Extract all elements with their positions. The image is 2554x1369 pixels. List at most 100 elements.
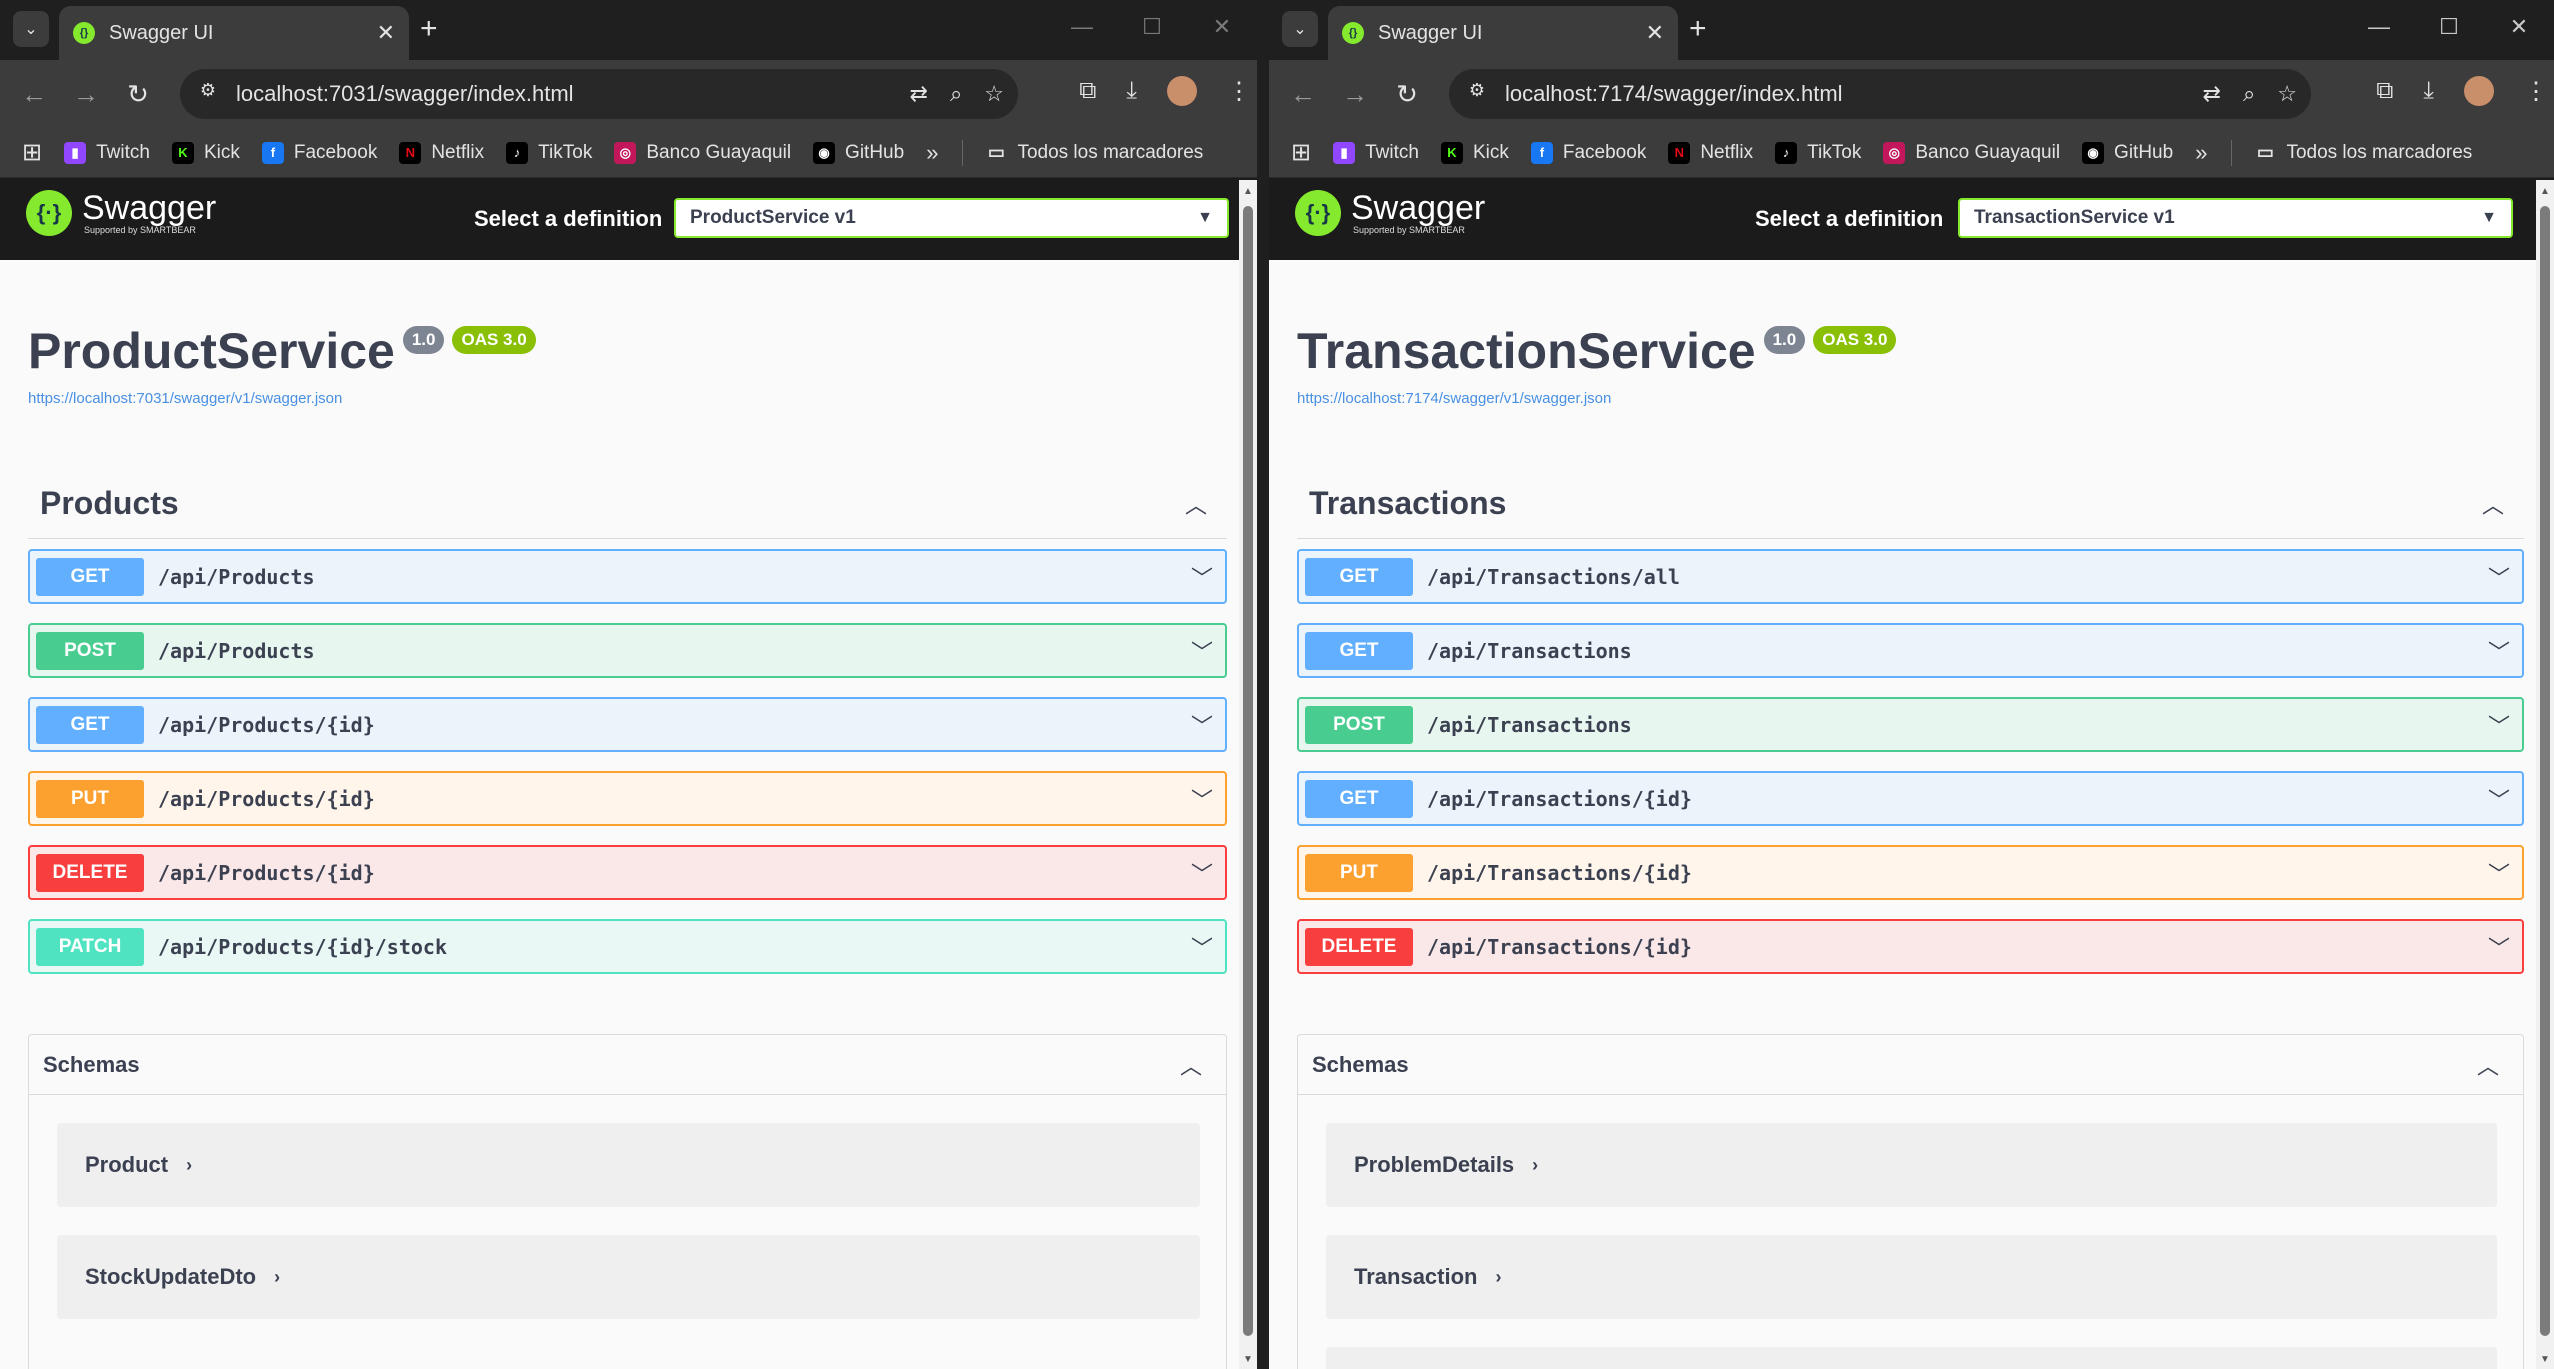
bookmark-kick[interactable]: K Kick xyxy=(1440,141,1509,164)
chevron-down-icon[interactable]: ﹀ xyxy=(2488,561,2510,593)
chevron-down-icon[interactable]: ﹀ xyxy=(1191,783,1213,815)
schema-model[interactable]: StockUpdateDto › xyxy=(57,1235,1200,1319)
scroll-up-icon[interactable]: ▲ xyxy=(2536,186,2554,197)
address-bar[interactable]: ⚙ localhost:7174/swagger/index.html ⇄ ⌕ … xyxy=(1449,69,2311,119)
bookmark-star-icon[interactable]: ☆ xyxy=(984,81,1004,107)
maximize-icon[interactable]: ☐ xyxy=(2414,14,2484,40)
close-window-icon[interactable]: ✕ xyxy=(2484,14,2554,40)
chevron-down-icon[interactable]: ﹀ xyxy=(2488,931,2510,963)
reload-icon[interactable]: ↻ xyxy=(1381,79,1433,110)
schemas-header[interactable]: Schemas ︿ xyxy=(1298,1035,2523,1095)
chevron-up-icon[interactable]: ︿ xyxy=(1185,488,1207,520)
operation-delete[interactable]: DELETE/api/Products/{id} ﹀ xyxy=(28,845,1227,900)
active-tab[interactable]: {} Swagger UI ✕ xyxy=(59,6,409,60)
bookmark-github[interactable]: ◉ GitHub xyxy=(2082,141,2173,164)
operation-get[interactable]: GET/api/Transactions/all ﹀ xyxy=(1297,549,2524,604)
scrollbar[interactable]: ▲ ▼ xyxy=(2536,180,2554,1369)
swagger-logo[interactable]: {·} Swagger Supported by SMARTBEAR xyxy=(26,190,216,236)
operation-get[interactable]: GET/api/Products ﹀ xyxy=(28,549,1227,604)
bookmark-github[interactable]: ◉ GitHub xyxy=(813,141,904,164)
scrollbar-thumb[interactable] xyxy=(1243,206,1253,1336)
bookmark-twitch[interactable]: ▮ Twitch xyxy=(64,141,150,164)
extensions-icon[interactable]: ⧉ xyxy=(2376,77,2393,105)
tag-header[interactable]: Products ︿ xyxy=(28,485,1227,539)
forward-icon[interactable]: → xyxy=(60,79,112,110)
minimize-icon[interactable]: — xyxy=(2344,14,2414,40)
chevron-up-icon[interactable]: ︿ xyxy=(1180,1049,1202,1081)
bookmark-facebook[interactable]: f Facebook xyxy=(261,141,377,164)
all-bookmarks-folder[interactable]: ▭ Todos los marcadores xyxy=(2254,142,2472,164)
more-bookmarks-icon[interactable]: » xyxy=(2195,140,2207,166)
tag-header[interactable]: Transactions ︿ xyxy=(1297,485,2524,539)
swagger-logo[interactable]: {·} Swagger Supported by SMARTBEAR xyxy=(1295,190,1485,236)
minimize-icon[interactable]: — xyxy=(1047,14,1117,40)
operation-delete[interactable]: DELETE/api/Transactions/{id} ﹀ xyxy=(1297,919,2524,974)
new-tab-button[interactable]: + xyxy=(420,12,438,46)
spec-url-link[interactable]: https://localhost:7031/swagger/v1/swagge… xyxy=(28,390,1227,407)
chevron-up-icon[interactable]: ︿ xyxy=(2482,488,2504,520)
extensions-icon[interactable]: ⧉ xyxy=(1079,77,1096,105)
chevron-down-icon[interactable]: ﹀ xyxy=(1191,857,1213,889)
scroll-down-icon[interactable]: ▼ xyxy=(2536,1354,2554,1365)
chevron-up-icon[interactable]: ︿ xyxy=(2477,1049,2499,1081)
chevron-down-icon[interactable]: ﹀ xyxy=(2488,635,2510,667)
scroll-up-icon[interactable]: ▲ xyxy=(1239,186,1257,197)
operation-put[interactable]: PUT/api/Transactions/{id} ﹀ xyxy=(1297,845,2524,900)
operation-post[interactable]: POST/api/Transactions ﹀ xyxy=(1297,697,2524,752)
all-bookmarks-folder[interactable]: ▭ Todos los marcadores xyxy=(985,142,1203,164)
download-icon[interactable]: ⤓ xyxy=(2423,77,2434,105)
scroll-down-icon[interactable]: ▼ xyxy=(1239,1354,1257,1365)
definition-select[interactable]: TransactionService v1 ▼ xyxy=(1958,198,2513,238)
schema-model[interactable]: Transaction › xyxy=(1326,1235,2497,1319)
close-tab-icon[interactable]: ✕ xyxy=(1646,20,1664,46)
schemas-header[interactable]: Schemas ︿ xyxy=(29,1035,1226,1095)
back-icon[interactable]: ← xyxy=(1277,79,1329,110)
profile-avatar[interactable] xyxy=(1167,76,1197,106)
definition-select[interactable]: ProductService v1 ▼ xyxy=(674,198,1229,238)
menu-icon[interactable]: ⋮ xyxy=(2524,77,2548,106)
bookmark-banco-guayaquil[interactable]: ◎ Banco Guayaquil xyxy=(1883,141,2060,164)
operation-patch[interactable]: PATCH/api/Products/{id}/stock ﹀ xyxy=(28,919,1227,974)
chevron-down-icon[interactable]: ﹀ xyxy=(1191,709,1213,741)
menu-icon[interactable]: ⋮ xyxy=(1227,77,1251,106)
zoom-icon[interactable]: ⌕ xyxy=(950,81,962,107)
bookmark-star-icon[interactable]: ☆ xyxy=(2277,81,2297,107)
close-tab-icon[interactable]: ✕ xyxy=(377,20,395,46)
site-info-icon[interactable]: ⚙ xyxy=(194,80,222,108)
more-bookmarks-icon[interactable]: » xyxy=(926,140,938,166)
site-info-icon[interactable]: ⚙ xyxy=(1463,80,1491,108)
bookmark-netflix[interactable]: N Netflix xyxy=(1668,141,1753,164)
translate-icon[interactable]: ⇄ xyxy=(2203,81,2221,107)
forward-icon[interactable]: → xyxy=(1329,79,1381,110)
bookmark-twitch[interactable]: ▮ Twitch xyxy=(1333,141,1419,164)
url-text[interactable]: localhost:7031/swagger/index.html xyxy=(236,81,888,107)
apps-icon[interactable]: ⊞ xyxy=(22,138,42,167)
bookmark-kick[interactable]: K Kick xyxy=(171,141,240,164)
close-window-icon[interactable]: ✕ xyxy=(1187,14,1257,40)
spec-url-link[interactable]: https://localhost:7174/swagger/v1/swagge… xyxy=(1297,390,2524,407)
schema-model[interactable]: Product › xyxy=(57,1123,1200,1207)
url-text[interactable]: localhost:7174/swagger/index.html xyxy=(1505,81,2181,107)
operation-get[interactable]: GET/api/Transactions/{id} ﹀ xyxy=(1297,771,2524,826)
bookmark-tiktok[interactable]: ♪ TikTok xyxy=(1775,141,1861,164)
back-icon[interactable]: ← xyxy=(8,79,60,110)
operation-get[interactable]: GET/api/Products/{id} ﹀ xyxy=(28,697,1227,752)
new-tab-button[interactable]: + xyxy=(1689,12,1707,46)
operation-post[interactable]: POST/api/Products ﹀ xyxy=(28,623,1227,678)
reload-icon[interactable]: ↻ xyxy=(112,79,164,110)
translate-icon[interactable]: ⇄ xyxy=(910,81,928,107)
active-tab[interactable]: {} Swagger UI ✕ xyxy=(1328,6,1678,60)
bookmark-tiktok[interactable]: ♪ TikTok xyxy=(506,141,592,164)
tab-search-button[interactable]: ⌄ xyxy=(1282,11,1318,47)
chevron-down-icon[interactable]: ﹀ xyxy=(1191,931,1213,963)
operation-put[interactable]: PUT/api/Products/{id} ﹀ xyxy=(28,771,1227,826)
address-bar[interactable]: ⚙ localhost:7031/swagger/index.html ⇄ ⌕ … xyxy=(180,69,1018,119)
chevron-down-icon[interactable]: ﹀ xyxy=(2488,783,2510,815)
profile-avatar[interactable] xyxy=(2464,76,2494,106)
bookmark-banco-guayaquil[interactable]: ◎ Banco Guayaquil xyxy=(614,141,791,164)
bookmark-facebook[interactable]: f Facebook xyxy=(1530,141,1646,164)
zoom-icon[interactable]: ⌕ xyxy=(2243,81,2255,107)
tab-search-button[interactable]: ⌄ xyxy=(13,11,49,47)
apps-icon[interactable]: ⊞ xyxy=(1291,138,1311,167)
chevron-down-icon[interactable]: ﹀ xyxy=(1191,561,1213,593)
